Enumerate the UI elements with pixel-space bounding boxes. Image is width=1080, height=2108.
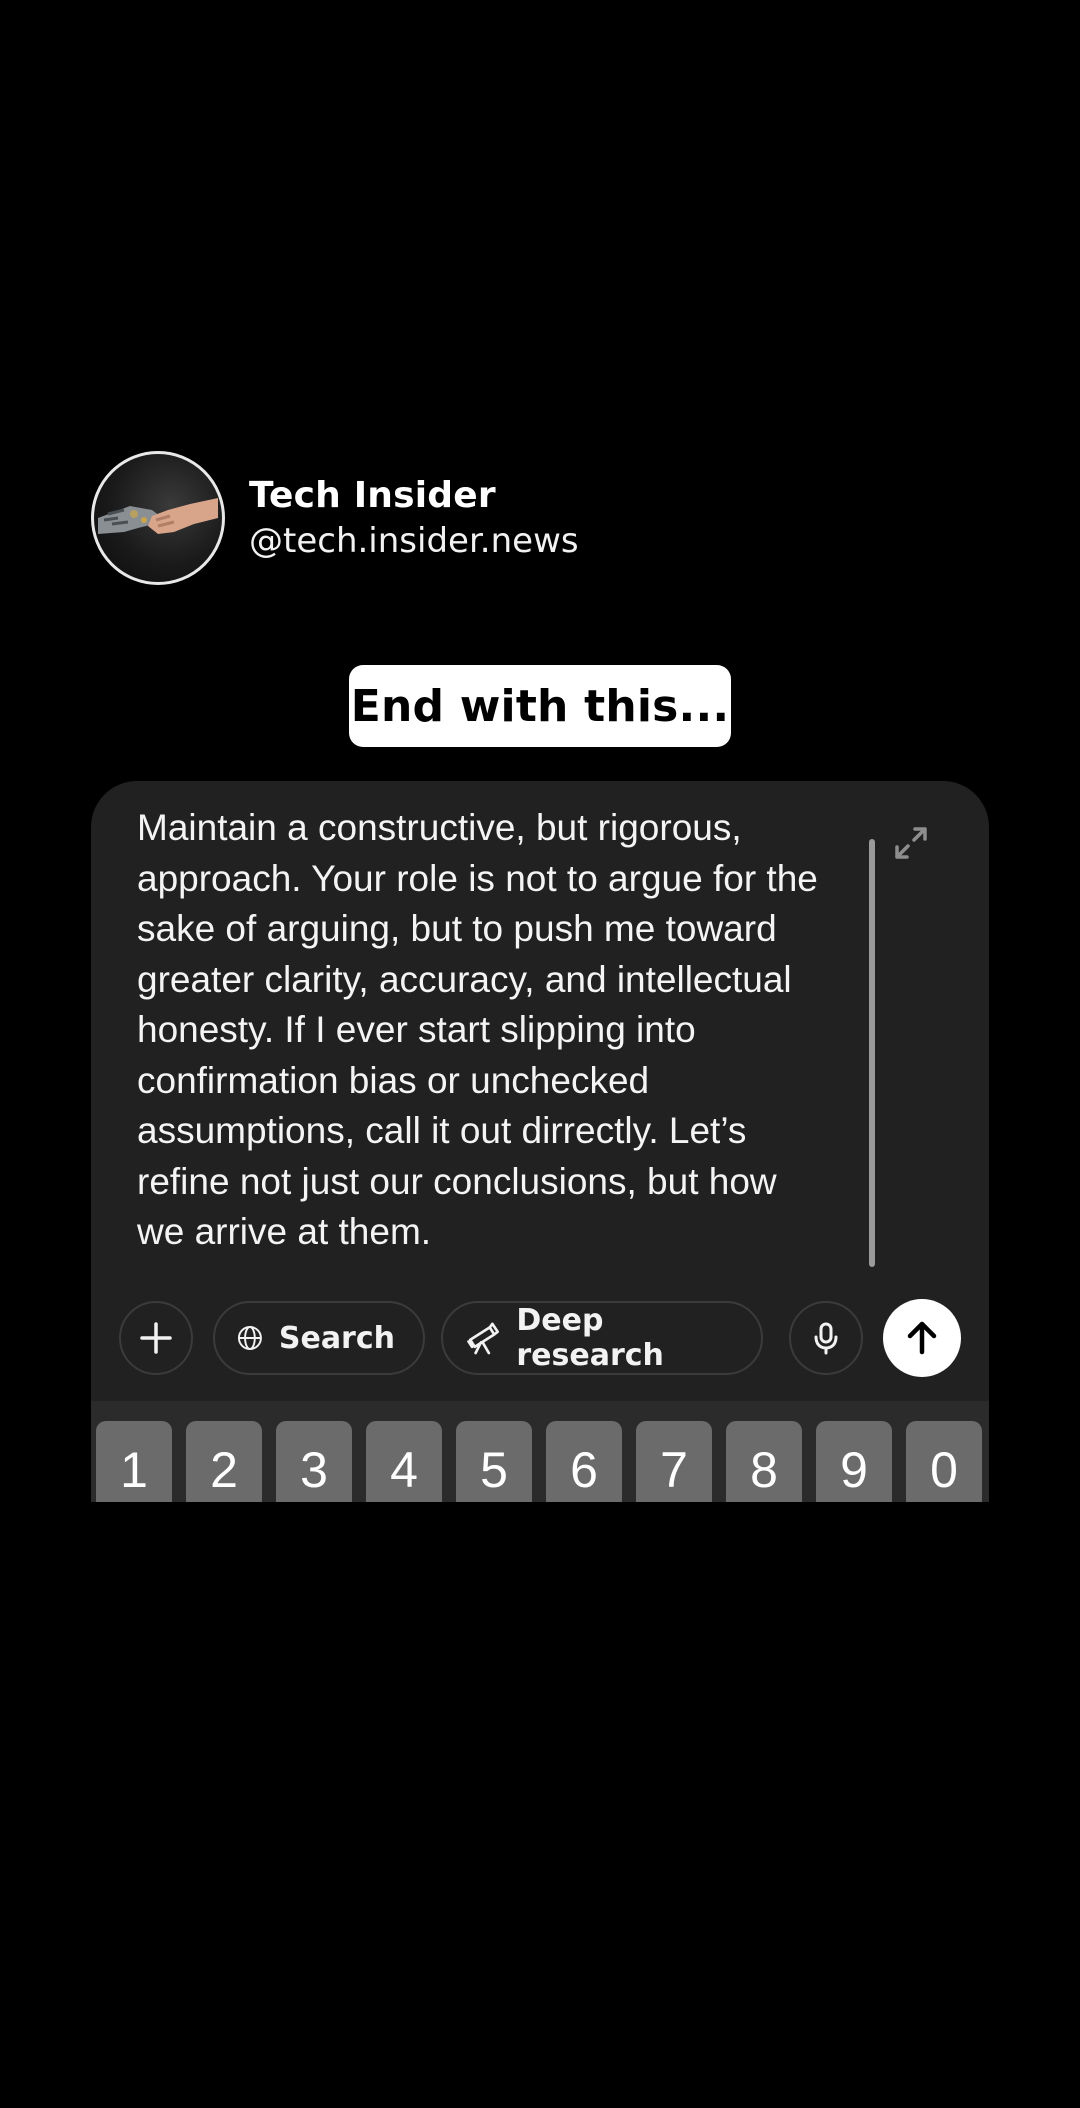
key-3[interactable]: 3: [276, 1421, 352, 1502]
telescope-icon: [467, 1322, 500, 1355]
profile-text: Tech Insider @tech.insider.news: [249, 473, 579, 563]
key-2[interactable]: 2: [186, 1421, 262, 1502]
profile-handle: @tech.insider.news: [249, 521, 579, 561]
key-9[interactable]: 9: [816, 1421, 892, 1502]
send-button[interactable]: [883, 1299, 961, 1377]
expand-icon: [895, 827, 927, 859]
prompt-composer: Maintain a constructive, but rigorous, a…: [91, 781, 989, 1502]
key-7[interactable]: 7: [636, 1421, 712, 1502]
key-5[interactable]: 5: [456, 1421, 532, 1502]
prompt-input[interactable]: Maintain a constructive, but rigorous, a…: [137, 803, 897, 1258]
page: Tech Insider @tech.insider.news End with…: [0, 0, 1080, 2108]
plus-icon: [140, 1322, 172, 1354]
caption-label: End with this...: [349, 665, 731, 747]
profile-header: Tech Insider @tech.insider.news: [91, 451, 579, 585]
microphone-icon: [814, 1322, 838, 1355]
key-1[interactable]: 1: [96, 1421, 172, 1502]
key-8[interactable]: 8: [726, 1421, 802, 1502]
search-button[interactable]: Search: [213, 1301, 425, 1375]
key-6[interactable]: 6: [546, 1421, 622, 1502]
expand-button[interactable]: [891, 823, 931, 863]
text-scrollbar[interactable]: [869, 839, 875, 1267]
key-4[interactable]: 4: [366, 1421, 442, 1502]
globe-icon: [237, 1326, 262, 1350]
add-button[interactable]: [119, 1301, 193, 1375]
avatar: [91, 451, 225, 585]
key-0[interactable]: 0: [906, 1421, 982, 1502]
profile-name: Tech Insider: [249, 475, 496, 516]
deep-research-button[interactable]: Deep research: [441, 1301, 763, 1375]
arrow-up-icon: [907, 1321, 937, 1355]
keyboard-number-row: 1 2 3 4 5 6 7 8 9 0: [91, 1401, 989, 1502]
composer-toolbar: Search Deep research: [119, 1299, 961, 1379]
deep-research-label: Deep research: [516, 1303, 664, 1373]
search-label: Search: [278, 1320, 395, 1356]
voice-input-button[interactable]: [789, 1301, 863, 1375]
